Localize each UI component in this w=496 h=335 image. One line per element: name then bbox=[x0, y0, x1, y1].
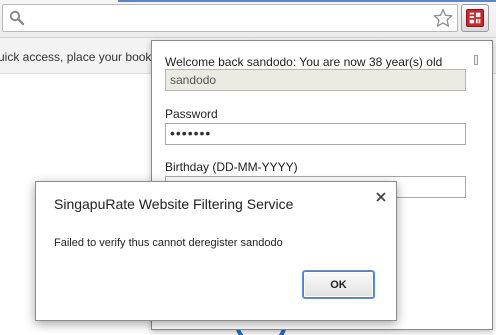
toolbar-accent-line bbox=[118, 0, 496, 2]
scrollbar[interactable] bbox=[474, 55, 478, 65]
star-icon[interactable] bbox=[433, 8, 453, 28]
omnibox[interactable] bbox=[2, 4, 458, 32]
singapurate-extension-icon bbox=[466, 9, 484, 27]
search-icon bbox=[9, 10, 25, 26]
ok-button[interactable]: OK bbox=[303, 271, 374, 298]
username-field[interactable] bbox=[165, 69, 466, 91]
dialog-title: SingapuRate Website Filtering Service bbox=[54, 196, 294, 212]
password-label: Password bbox=[165, 107, 218, 121]
browser-window: uick access, place your bookmarks Welcom… bbox=[0, 0, 496, 335]
dialog-message: Failed to verify thus cannot deregister … bbox=[54, 237, 283, 249]
close-icon[interactable] bbox=[374, 190, 388, 204]
extension-button[interactable] bbox=[461, 4, 489, 32]
welcome-message: Welcome back sandodo: You are now 38 yea… bbox=[165, 55, 443, 69]
password-field[interactable] bbox=[165, 123, 466, 145]
browser-toolbar bbox=[0, 0, 496, 38]
alert-dialog: SingapuRate Website Filtering Service Fa… bbox=[35, 181, 397, 321]
birthday-label: Birthday (DD-MM-YYYY) bbox=[165, 160, 298, 174]
